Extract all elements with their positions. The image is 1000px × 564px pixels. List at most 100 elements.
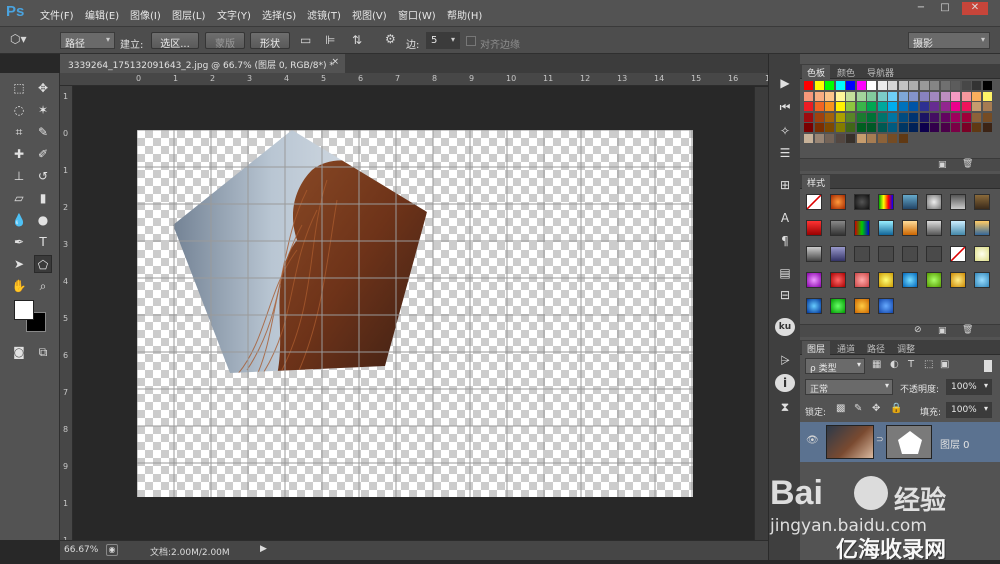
style-preset[interactable] [830,298,846,314]
color-swatch[interactable] [856,102,866,111]
color-swatch[interactable] [825,102,834,111]
blend-mode-select[interactable]: 正常 [805,379,893,395]
fill-input[interactable]: 100% [946,402,992,418]
color-swatch[interactable] [930,91,939,101]
mask-link-icon[interactable]: ⊃ [876,435,884,445]
style-preset[interactable] [974,272,990,288]
color-swatch[interactable] [835,102,845,111]
color-swatch[interactable] [898,133,908,143]
layer-thumbnail[interactable] [826,425,874,459]
color-swatch[interactable] [804,102,813,111]
polygon-tool-preset-icon[interactable]: ⬡▾ [10,32,27,46]
color-swatch[interactable] [972,112,981,122]
color-swatch[interactable] [867,133,876,143]
color-swatch[interactable] [846,123,855,132]
new-swatch-icon[interactable]: ▣ [938,160,947,170]
color-swatch[interactable] [804,81,813,90]
color-swatch[interactable] [961,81,971,90]
color-swatch[interactable] [951,102,960,111]
layer-name[interactable]: 图层 0 [940,436,970,451]
menu-file[interactable]: 文件(F) [40,7,74,22]
color-swatch[interactable] [961,112,971,122]
color-swatch[interactable] [835,91,845,101]
eraser-icon[interactable]: ▱ [10,189,28,207]
color-swatch[interactable] [835,133,845,143]
hand-tool-icon[interactable]: ✋ [10,277,28,295]
color-swatch[interactable] [846,112,855,122]
info-panel-icon[interactable]: ▤ [775,264,795,282]
style-preset[interactable] [854,246,870,262]
paragraph-icon[interactable]: ¶ [775,232,795,250]
close-button[interactable]: ✕ [962,2,988,15]
screen-mode-icon[interactable]: ⧉ [34,343,52,361]
shape-filter-icon[interactable]: ⬚ [924,359,933,370]
tab-channels[interactable]: 通道 [832,341,860,355]
type-tool-icon[interactable]: T [34,233,52,251]
tab-navigator[interactable]: 导航器 [862,65,899,79]
color-swatch[interactable] [972,91,981,101]
color-swatch[interactable] [846,133,855,143]
move-tool-icon[interactable]: ✥ [34,79,52,97]
color-swatch[interactable] [814,112,824,122]
gradient-icon[interactable]: ▮ [34,189,52,207]
color-swatch[interactable] [867,123,876,132]
adjustment-filter-icon[interactable]: ◐ [890,359,899,370]
align-edges-checkbox[interactable] [466,36,476,46]
style-preset[interactable] [926,194,942,210]
color-swatch[interactable] [856,112,866,122]
color-swatch[interactable] [909,81,918,90]
info-icon[interactable]: i [775,374,795,392]
color-swatch[interactable] [919,102,929,111]
style-preset[interactable] [806,194,822,210]
foreground-color-swatch[interactable] [14,300,34,320]
color-swatch[interactable] [940,102,950,111]
style-preset[interactable] [878,298,894,314]
polygon-tool-icon[interactable]: ⬠ [34,255,52,273]
color-swatch[interactable] [930,112,939,122]
smart-object-filter-icon[interactable]: ▣ [940,359,949,370]
pen-tool-icon[interactable]: ✒ [10,233,28,251]
color-swatch[interactable] [898,91,908,101]
style-preset[interactable] [878,246,894,262]
color-swatch[interactable] [898,102,908,111]
color-swatch[interactable] [951,81,960,90]
tab-layers[interactable]: 图层 [802,341,831,355]
color-swatch[interactable] [919,123,929,132]
brush-tool-icon[interactable]: ✐ [34,145,52,163]
dodge-tool-icon[interactable]: ● [34,211,52,229]
style-preset[interactable] [830,194,846,210]
history-brush-icon[interactable]: ↺ [34,167,52,185]
color-swatch[interactable] [972,81,981,90]
menu-window[interactable]: 窗口(W) [398,7,436,22]
style-preset[interactable] [878,220,894,236]
lock-all-icon[interactable]: 🔒 [890,403,902,414]
color-swatch[interactable] [972,123,981,132]
crop-tool-icon[interactable]: ⌗ [10,123,28,141]
style-preset[interactable] [902,194,918,210]
color-swatch[interactable] [951,112,960,122]
color-swatch[interactable] [856,81,866,90]
style-preset[interactable] [974,220,990,236]
color-swatch[interactable] [804,133,813,143]
color-swatch[interactable] [814,91,824,101]
menu-filter[interactable]: 滤镜(T) [307,7,341,22]
menu-type[interactable]: 文字(Y) [217,7,251,22]
style-preset[interactable] [950,220,966,236]
color-swatch[interactable] [856,133,866,143]
color-swatch[interactable] [919,112,929,122]
color-swatch[interactable] [940,123,950,132]
gear-icon[interactable]: ⚙ [385,32,396,46]
close-tab-icon[interactable]: × [331,57,339,67]
color-swatch[interactable] [898,81,908,90]
tab-swatches[interactable]: 色板 [802,65,831,79]
path-selection-icon[interactable]: ➤ [10,255,28,273]
color-swatch[interactable] [940,91,950,101]
brush-preset-icon[interactable]: ✧ [775,122,795,140]
menu-image[interactable]: 图像(I) [130,7,161,22]
color-swatch[interactable] [982,81,992,90]
style-preset[interactable] [950,272,966,288]
color-swatch[interactable] [909,91,918,101]
color-swatch[interactable] [835,112,845,122]
color-swatch[interactable] [888,112,897,122]
color-swatch[interactable] [814,123,824,132]
